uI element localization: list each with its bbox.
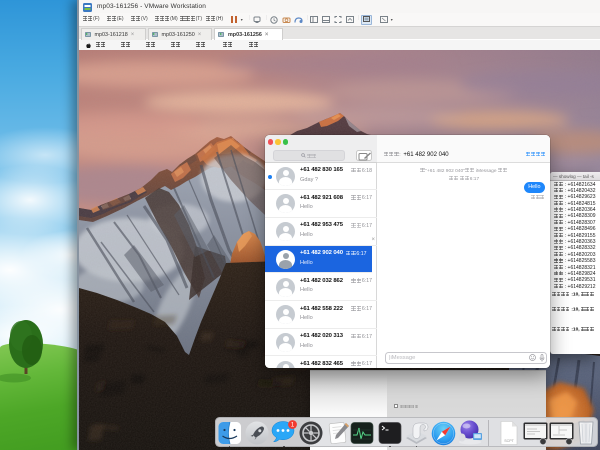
svg-text:1: 1	[290, 421, 294, 428]
svg-text:SCPT: SCPT	[504, 439, 514, 443]
